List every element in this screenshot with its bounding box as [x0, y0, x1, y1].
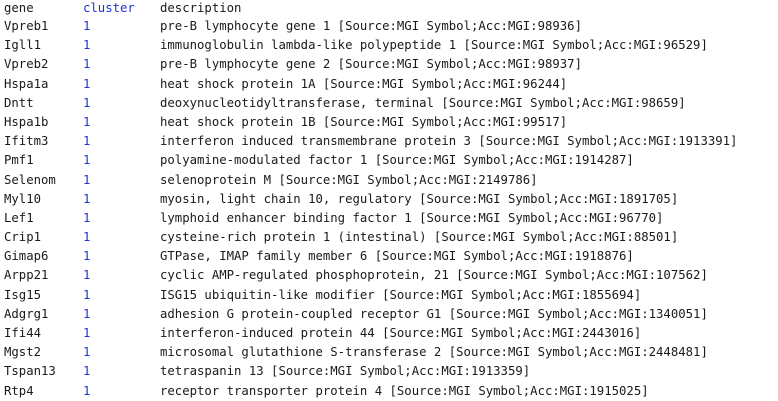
cluster-cell: 1 — [83, 249, 91, 264]
cluster-cell: 1 — [83, 345, 91, 360]
description-cell: tetraspanin 13 [Source:MGI Symbol;Acc:MG… — [160, 364, 531, 379]
description-cell: lymphoid enhancer binding factor 1 [Sour… — [160, 210, 664, 225]
table-row: Vpreb2 1 pre-B lymphocyte gene 2 [Source:M… — [0, 55, 778, 74]
gene-cell: Ifitm3 — [4, 134, 49, 149]
description-cell: myosin, light chain 10, regulatory [Sour… — [160, 191, 679, 206]
description-cell: adhesion G protein-coupled receptor G1 [… — [160, 306, 708, 321]
description-cell: ISG15 ubiquitin-like modifier [Source:MG… — [160, 287, 642, 302]
description-cell: interferon-induced protein 44 [Source:MG… — [160, 326, 642, 340]
table-row: Crip1 1 cysteine-rich protein 1 (intestina… — [0, 228, 778, 247]
cluster-cell: 1 — [83, 383, 91, 398]
table-row: Igll1 1 immunoglobulin lambda-like polypep… — [0, 36, 778, 55]
cluster-cell: 1 — [83, 268, 91, 283]
cluster-cell: 1 — [83, 19, 91, 33]
table-body: Vpreb1 1 pre-B lymphocyte gene 1 [Source:M… — [0, 17, 778, 401]
description-cell: pre-B lymphocyte gene 1 [Source:MGI Symb… — [160, 19, 582, 33]
gene-cell: Hspa1a — [4, 76, 49, 91]
table-row: Selenom 1 selenoprotein M [Source:MGI Symb… — [0, 171, 778, 190]
gene-cell: Gimap6 — [4, 249, 49, 264]
table-row: Rtp4 1 receptor transporter protein 4 [Sou… — [0, 382, 778, 401]
description-cell: cyclic AMP-regulated phosphoprotein, 21 … — [160, 268, 708, 283]
table-row: Adgrg1 1 adhesion G protein-coupled recept… — [0, 305, 778, 324]
cluster-cell: 1 — [83, 57, 91, 72]
cluster-cell: 1 — [83, 134, 91, 149]
cluster-cell: 1 — [83, 326, 91, 340]
column-header-gene: gene — [4, 1, 34, 15]
column-header-description: description — [160, 1, 242, 15]
cluster-cell: 1 — [83, 230, 91, 245]
table-row: Pmf1 1 polyamine-modulated factor 1 [Sourc… — [0, 151, 778, 170]
gene-cell: Crip1 — [4, 230, 42, 245]
description-cell: polyamine-modulated factor 1 [Source:MGI… — [160, 153, 634, 168]
description-cell: selenoprotein M [Source:MGI Symbol;Acc:M… — [160, 172, 538, 187]
cluster-cell: 1 — [83, 76, 91, 91]
gene-cell: Ifi44 — [4, 326, 42, 340]
cluster-cell: 1 — [83, 38, 91, 53]
description-cell: heat shock protein 1A [Source:MGI Symbol… — [160, 76, 568, 91]
cluster-cell: 1 — [83, 95, 91, 110]
gene-cell: Myl10 — [4, 191, 42, 206]
table-row: Ifitm3 1 interferon induced transmembrane … — [0, 132, 778, 151]
description-cell: deoxynucleotidyltransferase, terminal [S… — [160, 95, 686, 110]
cluster-cell: 1 — [83, 364, 91, 379]
cluster-cell: 1 — [83, 153, 91, 168]
table-row: Dntt 1 deoxynucleotidyltransferase, termin… — [0, 94, 778, 113]
table-row: Hspa1b 1 heat shock protein 1B [Source:MGI… — [0, 113, 778, 132]
table-row: Arpp21 1 cyclic AMP-regulated phosphoprote… — [0, 266, 778, 285]
cluster-cell: 1 — [83, 191, 91, 206]
cluster-cell: 1 — [83, 306, 91, 321]
table-row: Gimap6 1 GTPase, IMAP family member 6 [Sou… — [0, 247, 778, 266]
column-header-cluster: cluster — [83, 1, 135, 15]
gene-cell: Vpreb1 — [4, 19, 49, 33]
gene-cell: Arpp21 — [4, 268, 49, 283]
gene-cell: Igll1 — [4, 38, 42, 53]
cluster-cell: 1 — [83, 287, 91, 302]
table-row: Lef1 1 lymphoid enhancer binding factor 1 … — [0, 209, 778, 228]
description-cell: pre-B lymphocyte gene 2 [Source:MGI Symb… — [160, 57, 582, 72]
cluster-cell: 1 — [83, 114, 91, 129]
gene-cell: Lef1 — [4, 210, 34, 225]
description-cell: GTPase, IMAP family member 6 [Source:MGI… — [160, 249, 634, 264]
description-cell: cysteine-rich protein 1 (intestinal) [So… — [160, 230, 679, 245]
table-row: Myl10 1 myosin, light chain 10, regulatory… — [0, 190, 778, 209]
gene-cell: Dntt — [4, 95, 34, 110]
table-row: Ifi44 1 interferon-induced protein 44 [Sou… — [0, 324, 778, 343]
gene-cell: Tspan13 — [4, 364, 56, 379]
gene-cell: Mgst2 — [4, 345, 42, 360]
cluster-cell: 1 — [83, 172, 91, 187]
description-cell: immunoglobulin lambda-like polypeptide 1… — [160, 38, 708, 53]
gene-table: gene cluster description Vpreb1 1 pre-B ly… — [0, 0, 778, 401]
gene-cell: Selenom — [4, 172, 56, 187]
cluster-cell: 1 — [83, 210, 91, 225]
description-cell: microsomal glutathione S-transferase 2 [… — [160, 345, 708, 360]
table-header: gene cluster description — [0, 0, 778, 17]
description-cell: heat shock protein 1B [Source:MGI Symbol… — [160, 114, 568, 129]
table-row: Tspan13 1 tetraspanin 13 [Source:MGI Symbo… — [0, 362, 778, 381]
gene-cell: Isg15 — [4, 287, 42, 302]
table-row: Hspa1a 1 heat shock protein 1A [Source:MGI… — [0, 75, 778, 94]
table-row: Vpreb1 1 pre-B lymphocyte gene 1 [Source:M… — [0, 17, 778, 36]
gene-cell: Hspa1b — [4, 114, 49, 129]
gene-cell: Adgrg1 — [4, 306, 49, 321]
gene-cell: Vpreb2 — [4, 57, 49, 72]
table-row: Isg15 1 ISG15 ubiquitin-like modifier [Sou… — [0, 286, 778, 305]
table-row: Mgst2 1 microsomal glutathione S-transfera… — [0, 343, 778, 362]
description-cell: interferon induced transmembrane protein… — [160, 134, 738, 149]
gene-cell: Pmf1 — [4, 153, 34, 168]
description-cell: receptor transporter protein 4 [Source:M… — [160, 383, 649, 398]
gene-cell: Rtp4 — [4, 383, 34, 398]
